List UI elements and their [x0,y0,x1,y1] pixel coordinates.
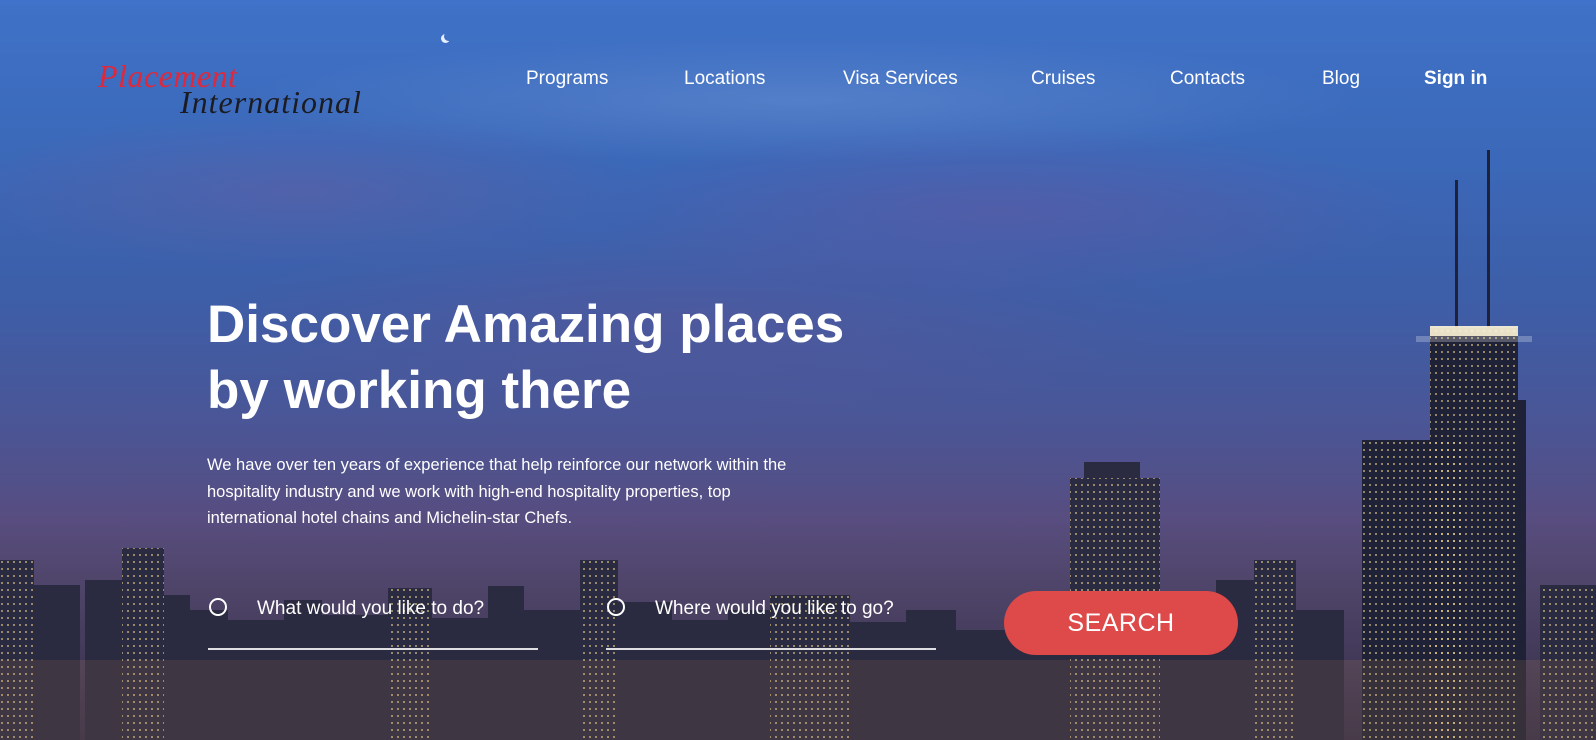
hero-headline: Discover Amazing places by working there [207,292,887,424]
nav-item-cruises[interactable]: Cruises [1031,68,1095,90]
where-radio-icon[interactable] [607,598,625,616]
where-search-field[interactable]: Where would you like to go? [606,590,936,650]
nav-item-blog[interactable]: Blog [1322,68,1360,90]
what-search-field[interactable]: What would you like to do? [208,590,538,650]
what-search-placeholder: What would you like to do? [257,598,485,619]
what-radio-icon[interactable] [209,598,227,616]
city-skyline-image [0,150,1596,740]
sign-in-link[interactable]: Sign in [1424,68,1487,90]
where-search-placeholder: Where would you like to go? [655,598,894,619]
nav-item-locations[interactable]: Locations [684,68,765,90]
main-navigation: Programs Locations Visa Services Cruises… [0,68,1596,94]
nav-item-contacts[interactable]: Contacts [1170,68,1245,90]
hero-headline-line-2: by working there [207,361,632,420]
nav-item-programs[interactable]: Programs [526,68,608,90]
nav-item-visa-services[interactable]: Visa Services [843,68,958,90]
hero-intro-text: We have over ten years of experience tha… [207,456,787,527]
moon-decoration [444,32,453,41]
search-button[interactable]: SEARCH [1004,591,1238,655]
hero-headline-line-1: Discover Amazing places [207,295,845,354]
